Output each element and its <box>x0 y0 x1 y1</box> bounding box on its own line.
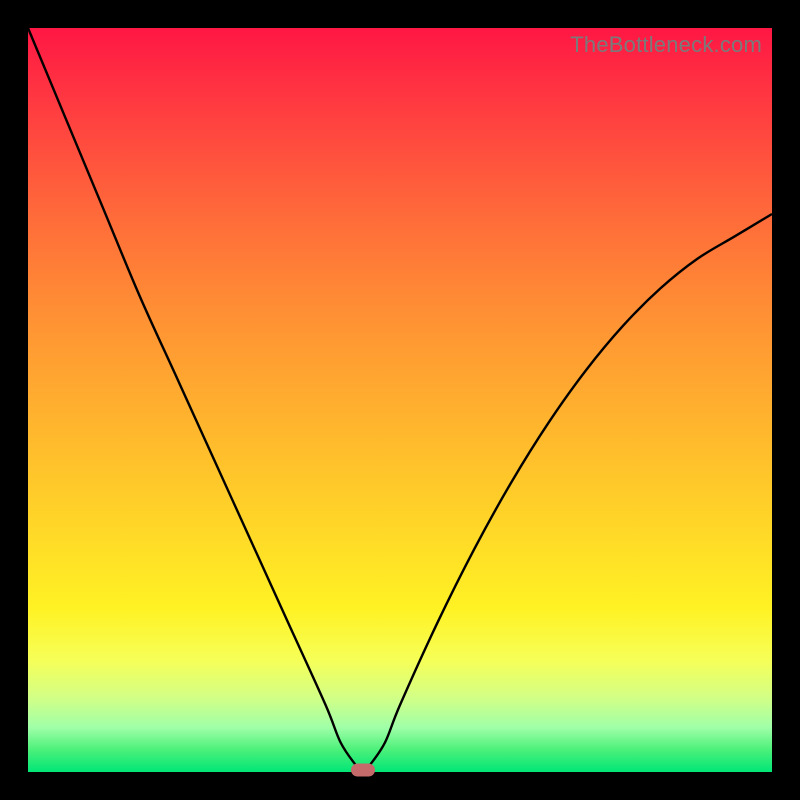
optimal-point-marker <box>351 764 375 777</box>
bottleneck-curve <box>28 28 772 772</box>
plot-area: TheBottleneck.com <box>28 28 772 772</box>
curve-path <box>28 28 772 772</box>
chart-frame: TheBottleneck.com <box>0 0 800 800</box>
